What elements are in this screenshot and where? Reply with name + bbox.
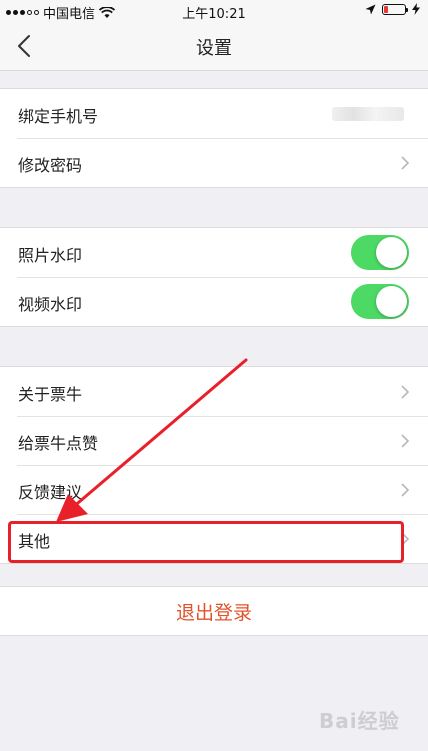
annotation-highlight-box <box>8 521 404 563</box>
chevron-right-icon <box>401 156 410 170</box>
watermark-group: 照片水印 视频水印 <box>0 227 428 327</box>
status-right <box>365 3 420 15</box>
charging-icon <box>412 3 420 15</box>
settings-row-rate-app[interactable]: 给票牛点赞 <box>0 416 428 465</box>
row-label: 给票牛点赞 <box>18 434 99 453</box>
chevron-right-icon <box>401 483 410 497</box>
chevron-right-icon <box>401 434 410 448</box>
page-title: 设置 <box>196 38 232 59</box>
baidu-watermark: Bai经验 <box>319 705 414 749</box>
settings-row-feedback[interactable]: 反馈建议 <box>0 465 428 514</box>
row-label: 关于票牛 <box>18 385 83 404</box>
row-label: 照片水印 <box>18 246 83 265</box>
phone-number-value <box>332 107 404 121</box>
row-label: 反馈建议 <box>18 483 83 502</box>
navigation-bar: 设置 <box>0 22 428 71</box>
location-icon <box>365 4 376 14</box>
settings-row-change-password[interactable]: 修改密码 <box>0 138 428 187</box>
settings-row-video-watermark: 视频水印 <box>0 277 428 326</box>
chevron-right-icon <box>401 385 410 399</box>
settings-row-bind-phone[interactable]: 绑定手机号 <box>0 89 428 138</box>
video-watermark-toggle[interactable] <box>351 284 409 319</box>
photo-watermark-toggle[interactable] <box>351 235 409 270</box>
row-label: 修改密码 <box>18 156 83 175</box>
logout-label: 退出登录 <box>175 602 252 624</box>
settings-row-photo-watermark: 照片水印 <box>0 228 428 277</box>
watermark-logo: Bai经验 <box>319 709 400 733</box>
row-label: 视频水印 <box>18 295 83 314</box>
battery-icon <box>382 3 408 15</box>
account-group: 绑定手机号 修改密码 <box>0 88 428 188</box>
row-label: 绑定手机号 <box>18 107 99 126</box>
settings-row-about[interactable]: 关于票牛 <box>0 367 428 416</box>
status-time: 上午10:21 <box>182 7 246 22</box>
status-bar: 中国电信 上午10:21 <box>0 0 428 22</box>
logout-button[interactable]: 退出登录 <box>0 586 428 636</box>
